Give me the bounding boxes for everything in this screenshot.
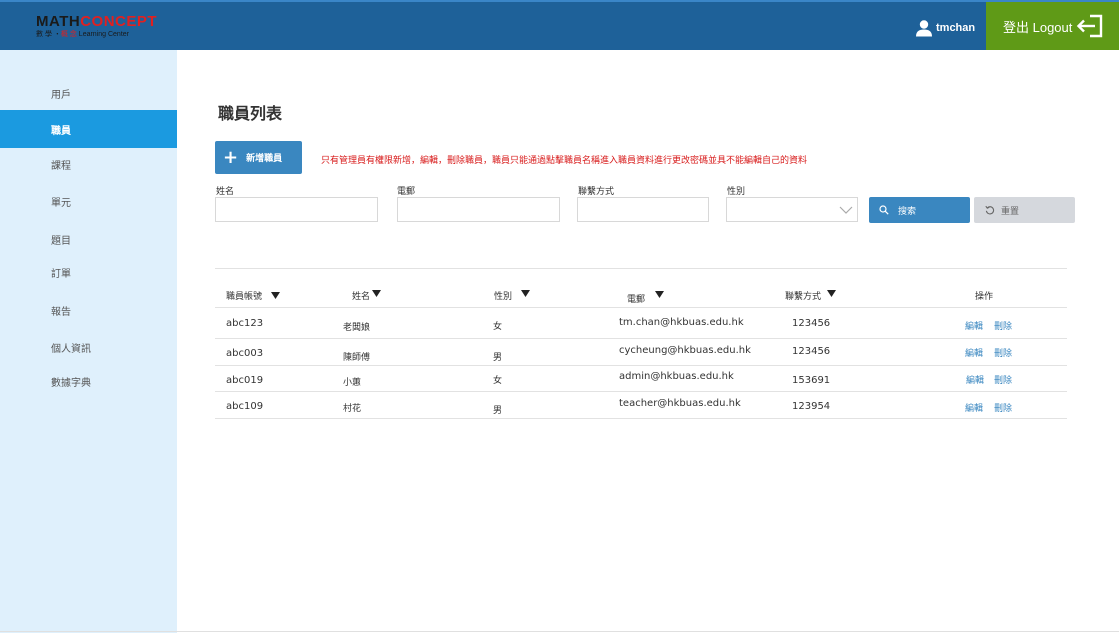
table-top-border <box>215 268 1067 269</box>
sidebar-item-orders[interactable]: 訂單 <box>0 253 177 291</box>
user-icon <box>916 20 932 37</box>
sidebar-item-data-dictionary[interactable]: 數據字典 <box>0 362 177 400</box>
column-header-name-label: 姓名 <box>352 292 371 302</box>
sidebar-item-units[interactable]: 單元 <box>0 182 177 220</box>
sidebar-item-staff[interactable]: 職員 <box>0 110 177 148</box>
row-1-email: tm.chan@hkbuas.edu.hk <box>619 317 744 328</box>
sort-down-icon <box>372 289 382 297</box>
column-header-account[interactable]: 職員帳號 <box>226 289 281 302</box>
column-header-email-label: 電郵 <box>627 295 646 305</box>
add-staff-button[interactable]: + 新增職員 <box>215 141 302 174</box>
row-1-delete-link[interactable]: 刪除 <box>994 319 1012 332</box>
row-3-name[interactable]: 小蕙 <box>343 375 361 388</box>
sidebar-item-users[interactable]: 用戶 <box>0 74 177 112</box>
sort-down-icon <box>827 289 837 297</box>
gender-filter-select[interactable] <box>726 197 858 222</box>
reset-button[interactable]: 重置 <box>974 197 1075 223</box>
row-1-account: abc123 <box>226 318 264 329</box>
chevron-down-icon <box>839 206 853 214</box>
column-header-email[interactable]: 電郵 <box>627 290 665 305</box>
row-2-edit-link[interactable]: 編輯 <box>965 346 983 359</box>
row-4-gender: 男 <box>493 406 503 416</box>
logo-cn-red-text: 概 念 <box>60 31 77 38</box>
row-4-name[interactable]: 村花 <box>343 401 361 414</box>
sidebar: 用戶 職員 課程 單元 題目 訂單 報告 個人資訊 數據字典 <box>0 50 177 633</box>
search-button[interactable]: 搜索 <box>869 197 970 223</box>
logout-label: 登出 Logout <box>1003 19 1073 35</box>
row-3-delete-link[interactable]: 刪除 <box>994 373 1012 386</box>
page-title: 職員列表 <box>218 104 283 123</box>
table-row-divider <box>215 391 1067 392</box>
row-4-delete-link[interactable]: 刪除 <box>994 401 1012 414</box>
sort-down-icon <box>521 289 531 297</box>
row-2-account: abc003 <box>226 348 264 359</box>
name-filter-label: 姓名 <box>216 187 235 197</box>
math-concept-logo[interactable]: MATHCONCEPT 數 學 ・概 念 Learning Center <box>36 13 158 40</box>
table-bottom-border <box>215 418 1067 419</box>
search-label: 搜索 <box>898 206 917 217</box>
add-staff-label: 新增職員 <box>246 154 283 164</box>
row-4-account: abc109 <box>226 401 264 412</box>
plus-icon: + <box>223 146 239 168</box>
column-header-name[interactable]: 姓名 <box>352 289 382 302</box>
column-header-contact-label: 聯繫方式 <box>785 292 822 302</box>
top-header: MATHCONCEPT 數 學 ・概 念 Learning Center tmc… <box>0 0 1119 50</box>
email-filter-input[interactable] <box>397 197 560 222</box>
search-icon <box>879 205 889 215</box>
username: tmchan <box>936 22 976 34</box>
sidebar-item-reports[interactable]: 報告 <box>0 291 177 329</box>
contact-filter-label: 聯繫方式 <box>578 187 615 197</box>
row-4-email: teacher@hkbuas.edu.hk <box>619 398 741 409</box>
row-1-contact: 123456 <box>792 318 831 329</box>
row-1-edit-link[interactable]: 編輯 <box>965 319 983 332</box>
row-2-contact: 123456 <box>792 346 831 357</box>
logo-math-text: MATH <box>36 13 81 30</box>
row-3-gender: 女 <box>493 376 503 386</box>
reset-icon <box>985 205 995 215</box>
row-2-gender: 男 <box>493 353 503 363</box>
row-4-contact: 123954 <box>792 401 831 412</box>
logo-cn-text: 數 學 ・ <box>36 31 61 38</box>
email-filter-label: 電郵 <box>397 187 416 197</box>
permission-notice: 只有管理員有權限新增，編輯，刪除職員，職員只能通過點擊職員名稱進入職員資料進行更… <box>321 156 808 166</box>
column-header-gender-label: 性別 <box>494 292 513 302</box>
row-3-account: abc019 <box>226 375 264 386</box>
logout-button[interactable]: 登出 Logout <box>986 2 1119 50</box>
page-bottom-border <box>0 631 1119 632</box>
sort-down-icon <box>655 290 665 298</box>
row-3-email: admin@hkbuas.edu.hk <box>619 371 734 382</box>
sort-down-icon <box>271 292 281 299</box>
sidebar-item-profile[interactable]: 個人資訊 <box>0 328 177 366</box>
contact-filter-input[interactable] <box>577 197 709 222</box>
table-row-divider <box>215 338 1067 339</box>
column-header-contact[interactable]: 聯繫方式 <box>785 289 837 302</box>
row-2-name[interactable]: 陳師傅 <box>343 350 370 363</box>
logo-learning-text: Learning Center <box>78 31 129 38</box>
reset-label: 重置 <box>1001 206 1020 217</box>
row-3-contact: 153691 <box>792 375 831 386</box>
row-1-name[interactable]: 老闆娘 <box>343 320 370 333</box>
row-2-email: cycheung@hkbuas.edu.hk <box>619 345 751 356</box>
logo-concept-text: CONCEPT <box>80 13 158 30</box>
user-menu[interactable]: tmchan <box>915 18 975 38</box>
column-header-gender[interactable]: 性別 <box>494 289 531 302</box>
table-row-divider <box>215 365 1067 366</box>
row-1-gender: 女 <box>493 322 503 332</box>
sidebar-item-courses[interactable]: 課程 <box>0 145 177 183</box>
logout-icon <box>1076 14 1103 38</box>
column-header-account-label: 職員帳號 <box>226 292 263 302</box>
row-3-edit-link[interactable]: 編輯 <box>966 373 984 386</box>
row-2-delete-link[interactable]: 刪除 <box>994 346 1012 359</box>
row-4-edit-link[interactable]: 編輯 <box>965 401 983 414</box>
name-filter-input[interactable] <box>215 197 378 222</box>
table-header-divider <box>215 307 1067 308</box>
column-header-actions: 操作 <box>975 292 994 302</box>
gender-filter-label: 性別 <box>727 187 746 197</box>
